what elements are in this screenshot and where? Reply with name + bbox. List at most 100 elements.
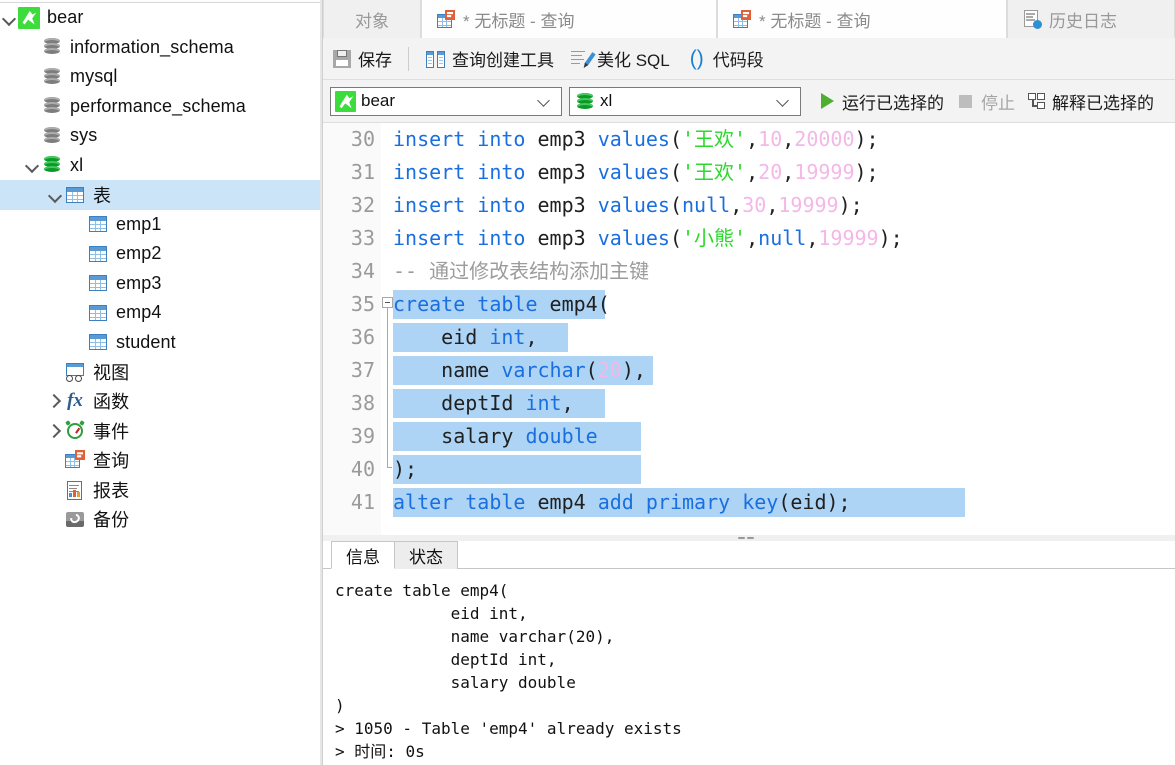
- stop-button[interactable]: 停止: [950, 85, 1021, 117]
- tree-item-函数[interactable]: fx 函数: [0, 387, 320, 417]
- explain-icon: [1027, 91, 1047, 111]
- tree-item-表[interactable]: 表: [0, 180, 320, 210]
- database-select[interactable]: xl: [569, 86, 801, 116]
- tree-item-label: 表: [93, 185, 112, 206]
- table-icon: [87, 302, 109, 324]
- code-line[interactable]: 31 insert into emp3 values('王欢',20,19999)…: [323, 156, 1175, 189]
- selection-highlight: [393, 455, 641, 484]
- result-output-text: create table emp4( eid int, name varchar…: [323, 569, 1175, 765]
- tab-label: 信息: [346, 547, 380, 567]
- code-line[interactable]: 32 insert into emp3 values(null,30,19999)…: [323, 189, 1175, 222]
- code-line[interactable]: 33 insert into emp3 values('小熊',null,1999…: [323, 222, 1175, 255]
- code-line[interactable]: 30 insert into emp3 values('王欢',10,20000)…: [323, 123, 1175, 156]
- tree-item-mysql[interactable]: mysql: [0, 62, 320, 92]
- line-number: 30: [350, 127, 375, 151]
- tree-item-sys[interactable]: sys: [0, 121, 320, 151]
- table-icon: [87, 331, 109, 353]
- tree-item-label: emp2: [116, 243, 162, 264]
- save-button[interactable]: 保存: [323, 42, 400, 76]
- chevron-down-icon[interactable]: [48, 188, 62, 202]
- tree-item-performance_schema[interactable]: performance_schema: [0, 92, 320, 122]
- view-icon: [64, 361, 86, 383]
- chevron-down-icon[interactable]: [25, 158, 39, 172]
- event-clock-icon: [64, 420, 86, 442]
- splitter-grip: [738, 537, 760, 539]
- tree-item-视图[interactable]: 视图: [0, 357, 320, 387]
- save-icon: [331, 48, 353, 70]
- tree-item-emp3[interactable]: emp3: [0, 269, 320, 299]
- line-number: 31: [350, 160, 375, 184]
- result-tab-bar: 信息 状态: [331, 541, 458, 569]
- database-green-icon: [574, 91, 595, 112]
- query-builder-button[interactable]: 查询创建工具: [417, 42, 562, 76]
- code-line[interactable]: 35 create table emp4(: [323, 288, 1175, 321]
- tree-item-查询[interactable]: 查询: [0, 446, 320, 476]
- table-icon: [87, 213, 109, 235]
- code-line[interactable]: 38 deptId int,: [323, 387, 1175, 420]
- line-number: 32: [350, 193, 375, 217]
- tree-item-student[interactable]: student: [0, 328, 320, 358]
- database-grey-icon: [41, 125, 63, 147]
- tree-item-label: 报表: [93, 480, 130, 501]
- code-text: alter table emp4 add primary key(eid);: [393, 490, 851, 514]
- tree-item-事件[interactable]: 事件: [0, 416, 320, 446]
- code-text: salary double: [393, 424, 598, 448]
- line-number: 38: [350, 391, 375, 415]
- tree-item-xl[interactable]: xl: [0, 151, 320, 181]
- chevron-right-icon[interactable]: [48, 424, 62, 438]
- code-text: -- 通过修改表结构添加主键: [393, 259, 650, 283]
- fold-guide-line: [387, 420, 388, 453]
- sql-editor[interactable]: 30 insert into emp3 values('王欢',10,20000)…: [323, 123, 1175, 535]
- tab-label: 对象: [355, 11, 389, 31]
- tree-item-emp4[interactable]: emp4: [0, 298, 320, 328]
- code-line[interactable]: 41 alter table emp4 add primary key(eid);: [323, 486, 1175, 519]
- chevron-right-icon[interactable]: [48, 394, 62, 408]
- database-tree[interactable]: bear information_schema mysql performance_s…: [0, 3, 320, 534]
- connection-select[interactable]: bear: [330, 86, 562, 116]
- tab-query-2[interactable]: * 无标题 - 查询: [717, 0, 1007, 38]
- tab-objects[interactable]: 对象: [323, 0, 421, 38]
- fold-guide-line: [387, 321, 388, 354]
- code-line[interactable]: 37 name varchar(20),: [323, 354, 1175, 387]
- code-line[interactable]: 39 salary double: [323, 420, 1175, 453]
- tree-item-报表[interactable]: 报表: [0, 475, 320, 505]
- tab-history-log[interactable]: 历史日志: [1007, 0, 1175, 38]
- run-selected-button[interactable]: 运行已选择的: [811, 85, 950, 117]
- database-grey-icon: [41, 95, 63, 117]
- report-icon: [64, 479, 86, 501]
- code-line[interactable]: 36 eid int,: [323, 321, 1175, 354]
- function-icon: fx: [67, 390, 83, 412]
- tree-item-label: student: [116, 331, 176, 352]
- chevron-down-icon[interactable]: [2, 11, 16, 25]
- tree-item-information_schema[interactable]: information_schema: [0, 33, 320, 63]
- query-icon: [436, 9, 456, 29]
- tree-item-备份[interactable]: 备份: [0, 505, 320, 535]
- tree-item-emp1[interactable]: emp1: [0, 210, 320, 240]
- code-line[interactable]: 40);: [323, 453, 1175, 486]
- beautify-icon: [570, 48, 596, 70]
- tree-item-label: 事件: [93, 421, 130, 442]
- tab-info[interactable]: 信息: [331, 541, 395, 569]
- parentheses-icon: (): [689, 46, 704, 70]
- tab-label: * 无标题 - 查询: [463, 11, 575, 31]
- table-icon: [87, 243, 109, 265]
- tree-item-label: emp4: [116, 302, 162, 323]
- code-snippet-button[interactable]: () 代码段: [678, 42, 772, 76]
- code-text: name varchar(20),: [393, 358, 646, 382]
- beautify-sql-button[interactable]: 美化 SQL: [562, 42, 678, 76]
- tab-query-1[interactable]: * 无标题 - 查询: [421, 0, 717, 38]
- beautify-sql-label: 美化 SQL: [597, 51, 670, 70]
- tab-status[interactable]: 状态: [394, 541, 458, 569]
- code-line[interactable]: 34 -- 通过修改表结构添加主键: [323, 255, 1175, 288]
- fold-toggle-icon[interactable]: [382, 297, 393, 308]
- explain-selected-button[interactable]: 解释已选择的: [1021, 85, 1160, 117]
- database-grey-icon: [41, 36, 63, 58]
- tree-item-bear[interactable]: bear: [0, 3, 320, 33]
- sql-code-area[interactable]: 30 insert into emp3 values('王欢',10,20000)…: [323, 123, 1175, 535]
- tree-item-emp2[interactable]: emp2: [0, 239, 320, 269]
